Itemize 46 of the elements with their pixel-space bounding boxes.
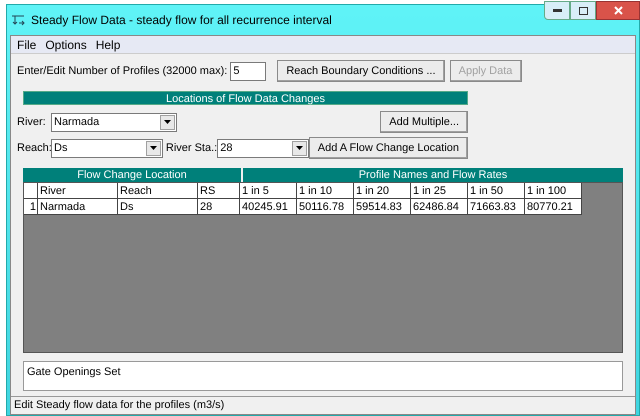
column-header: River [38,183,118,199]
column-header: Reach [118,183,198,199]
group-header: Flow Change Location [23,168,241,182]
table-cell: 71663.83 [468,199,525,215]
table-cell: 80770.21 [525,199,582,215]
button[interactable]: Add A Flow Change Location [308,137,468,159]
maximize-button[interactable] [570,1,596,20]
river-sta-label: River Sta.: [166,140,218,156]
column-header: RS [198,183,240,199]
close-button[interactable] [596,1,640,20]
column-header: 1 in 20 [354,183,411,199]
notes-box[interactable]: Gate Openings Set [23,361,623,391]
table-cell: 62486.84 [411,199,468,215]
menu-item[interactable]: Options [45,36,87,54]
table-cell: 40245.91 [240,199,297,215]
river-dropdown[interactable]: Narmada [51,112,177,132]
profiles-label: Enter/Edit Number of Profiles (32000 max): [17,64,228,79]
reach-dropdown[interactable]: Ds [51,138,163,158]
table-cell: 50116.78 [297,199,354,215]
column-header: 1 in 10 [297,183,354,199]
menu-item[interactable]: File [17,36,36,54]
row-number: 1 [24,199,38,215]
table-cell: Narmada [38,199,118,215]
button[interactable]: Add Multiple... [380,111,468,133]
button[interactable]: Reach Boundary Conditions ... [277,60,445,82]
column-header: 1 in 100 [525,183,582,199]
column-header: 1 in 5 [240,183,297,199]
group-header: Profile Names and Flow Rates [243,168,623,182]
table-cell: Ds [118,199,198,215]
table-cell: 59514.83 [354,199,411,215]
table-cell: 28 [198,199,240,215]
maximize-icon [578,6,588,14]
close-icon [614,6,622,15]
window-title: Steady Flow Data - steady flow for all recurrence interval [31,12,332,29]
reach-label: Reach: [17,140,51,156]
column-header: 1 in 25 [411,183,468,199]
app-icon [11,14,25,26]
profiles-input[interactable]: 5 [230,62,266,80]
river-label: River: [17,114,47,130]
minimize-icon [552,9,562,12]
status-bar: Edit Steady flow data for the profiles (m3/s) [11,396,635,414]
column-header: 1 in 50 [468,183,525,199]
menu-item[interactable]: Help [96,36,120,54]
river-sta-dropdown[interactable]: 28 [217,138,309,158]
minimize-button[interactable] [544,1,570,20]
section-header: Locations of Flow Data Changes [23,91,468,105]
